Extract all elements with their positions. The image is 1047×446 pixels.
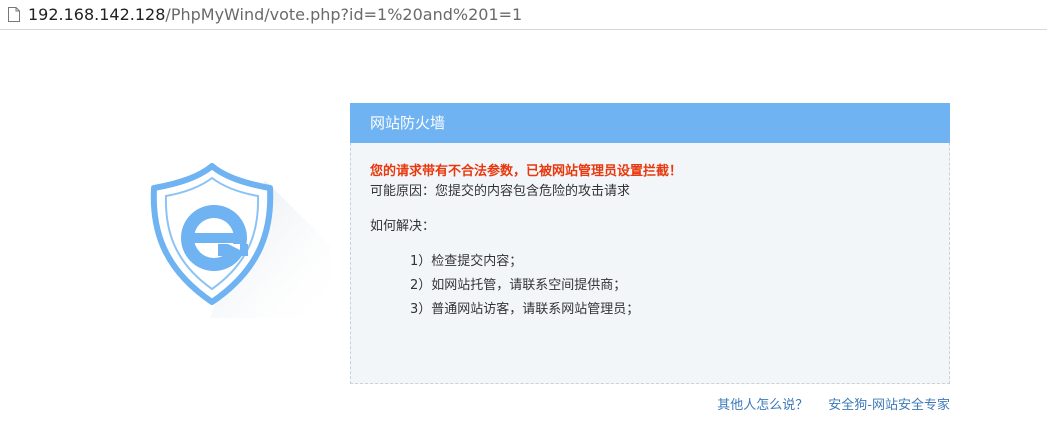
warning-message: 您的请求带有不合法参数，已被网站管理员设置拦截！ [370, 164, 683, 179]
step-item: 2）如网站托管，请联系空间提供商； [410, 278, 627, 293]
url-text[interactable]: 192.168.142.128/PhpMyWind/vote.php?id=1%… [28, 5, 522, 25]
url-host: 192.168.142.128 [28, 5, 166, 24]
safedog-link[interactable]: 安全狗-网站安全专家 [828, 398, 950, 413]
url-path: /PhpMyWind/vote.php?id=1%20and%201=1 [165, 5, 523, 24]
panel-body: 您的请求带有不合法参数，已被网站管理员设置拦截！ 可能原因：您提交的内容包含危险… [370, 162, 930, 322]
reason-text: 可能原因：您提交的内容包含危险的攻击请求 [370, 184, 631, 199]
shield-logo-icon [150, 163, 330, 318]
how-to-heading: 如何解决： [370, 219, 436, 234]
footer-links: 其他人怎么说？ 安全狗-网站安全专家 [717, 396, 950, 416]
step-item: 3）普通网站访客，请联系网站管理员； [410, 302, 640, 317]
panel-title: 网站防火墙 [350, 103, 950, 143]
steps-list: 1）检查提交内容； 2）如网站托管，请联系空间提供商； 3）普通网站访客，请联系… [370, 250, 930, 322]
address-bar[interactable]: 192.168.142.128/PhpMyWind/vote.php?id=1%… [0, 0, 1047, 30]
page-icon [8, 7, 20, 22]
others-say-link[interactable]: 其他人怎么说？ [717, 398, 808, 413]
step-item: 1）检查提交内容； [410, 254, 523, 269]
